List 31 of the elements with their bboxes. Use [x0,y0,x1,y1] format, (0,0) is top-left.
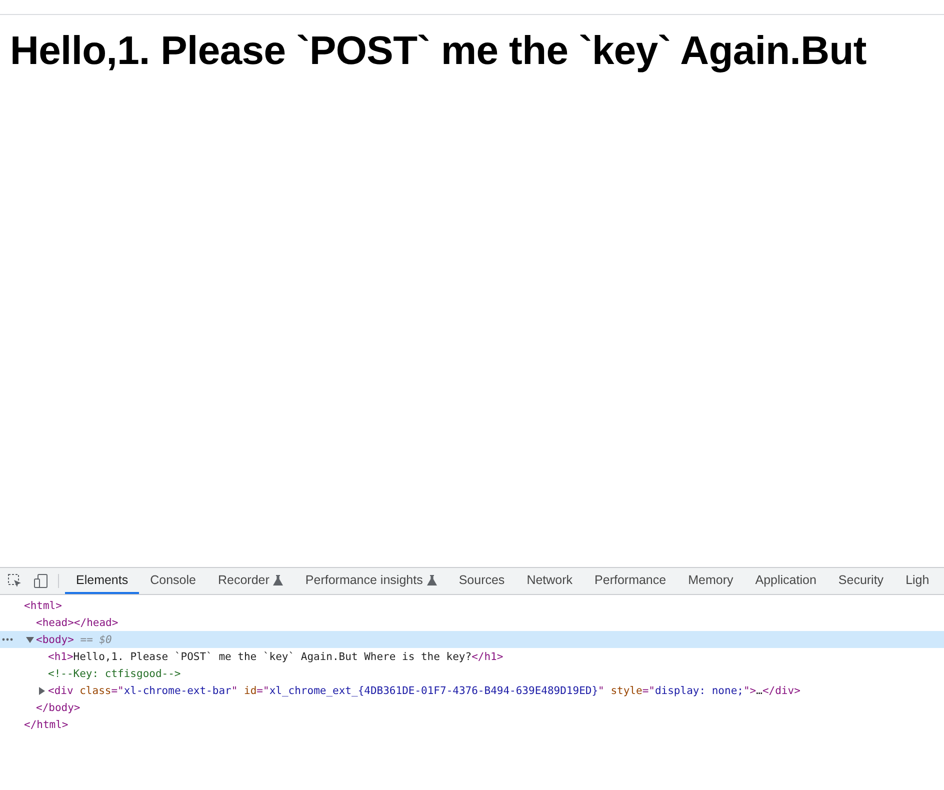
devtools-tab[interactable]: Recorder [206,568,294,594]
devtools-tab[interactable]: Performance [584,568,678,594]
tree-row[interactable]: </body> [0,699,944,716]
code-line: <html> [24,600,62,612]
page-heading: Hello,1. Please `POST` me the `key` Again.But [10,29,868,74]
code-line: <!--Key: ctfisgood--> [48,668,181,680]
expand-arrow-icon[interactable] [38,686,46,694]
devtools-tab[interactable]: Ligh [894,568,940,594]
tree-row[interactable]: <head></head> [0,614,944,631]
devtools-tab[interactable]: Elements [65,568,140,594]
tree-row[interactable]: </html> [0,716,944,733]
devtools-tab[interactable]: Performance insights [294,568,448,594]
devtools-tab[interactable]: Console [139,568,207,594]
code-line: </html> [24,718,68,730]
devtools-tab[interactable]: Security [827,568,895,594]
tree-row[interactable]: <body> == $0 [0,631,944,648]
code-line: <div class="xl-chrome-ext-bar" id="xl_chrome_ext_{4DB361DE-01F7-4376-B494-639E489D19ED}" style="display: none;">…</div> [48,684,800,696]
devtools-tab[interactable]: Sources [448,568,516,594]
tree-row[interactable]: <!--Key: ctfisgood--> [0,665,944,682]
tree-row[interactable]: <h1>Hello,1. Please `POST` me the `key` Again.But Where is the key?</h1> [0,648,944,665]
devtools-tab[interactable]: Network [516,568,584,594]
more-icon[interactable] [2,638,13,641]
devtools-tab[interactable]: Application [744,568,828,594]
tree-row[interactable]: <div class="xl-chrome-ext-bar" id="xl_chrome_ext_{4DB361DE-01F7-4376-B494-639E489D19ED}" style="display: none;">…</div> [0,682,944,699]
code-line: <head></head> [36,616,118,628]
collapse-arrow-icon[interactable] [26,636,34,644]
code-line: <body> == $0 [36,634,112,646]
code-line: </body> [36,702,80,714]
devtools-tab[interactable]: Memory [677,568,744,594]
code-line: <h1>Hello,1. Please `POST` me the `key` Again.But Where is the key?</h1> [48,650,504,662]
tree-row[interactable]: <html> [0,597,944,614]
